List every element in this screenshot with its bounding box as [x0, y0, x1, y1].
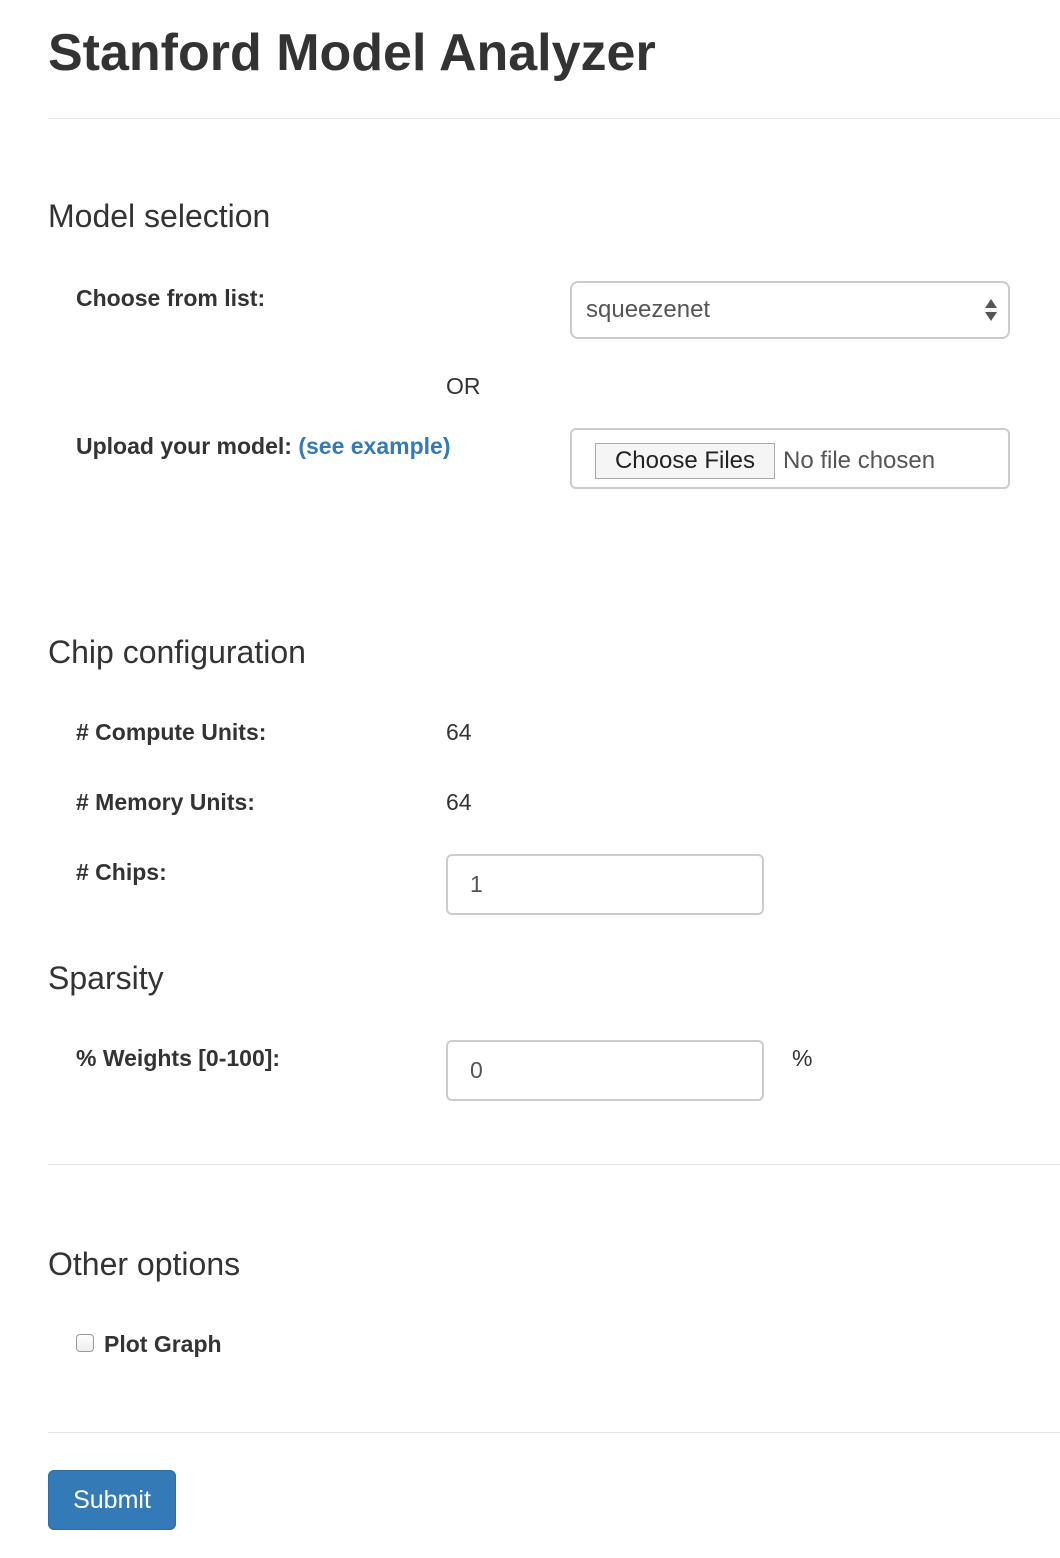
other-options-heading: Other options: [48, 1246, 241, 1282]
file-status-text: No file chosen: [783, 447, 936, 474]
compute-units-label: # Compute Units:: [76, 719, 267, 745]
model-selection-heading: Model selection: [48, 198, 271, 234]
memory-units-value: 64: [446, 789, 472, 815]
choose-from-list-label: Choose from list:: [76, 285, 266, 311]
options-divider: [48, 1164, 1060, 1165]
percent-unit-label: %: [792, 1045, 813, 1071]
choose-files-button[interactable]: Choose Files: [595, 443, 775, 479]
chip-configuration-heading: Chip configuration: [48, 634, 306, 670]
model-file-input[interactable]: Choose Files No file chosen: [570, 428, 1010, 489]
compute-units-value: 64: [446, 719, 472, 745]
plot-graph-label[interactable]: Plot Graph: [104, 1329, 222, 1359]
sparsity-heading: Sparsity: [48, 960, 164, 996]
upload-model-label-text: Upload your model:: [76, 433, 292, 459]
model-select-value: squeezenet: [586, 296, 711, 323]
memory-units-label: # Memory Units:: [76, 789, 255, 815]
header-divider: [48, 118, 1060, 119]
or-divider-text: OR: [446, 373, 481, 399]
submit-divider: [48, 1432, 1060, 1433]
weights-percent-input[interactable]: [446, 1040, 764, 1101]
select-arrows-icon: [985, 299, 997, 321]
chips-input[interactable]: [446, 854, 764, 915]
see-example-link[interactable]: (see example): [298, 433, 450, 459]
page-title: Stanford Model Analyzer: [48, 24, 656, 82]
submit-button[interactable]: Submit: [48, 1470, 176, 1530]
weights-percent-label: % Weights [0-100]:: [76, 1045, 281, 1071]
model-select[interactable]: squeezenet: [570, 281, 1010, 339]
chips-label: # Chips:: [76, 859, 167, 885]
plot-graph-checkbox[interactable]: [76, 1334, 94, 1352]
upload-model-label: Upload your model: (see example): [76, 431, 450, 461]
